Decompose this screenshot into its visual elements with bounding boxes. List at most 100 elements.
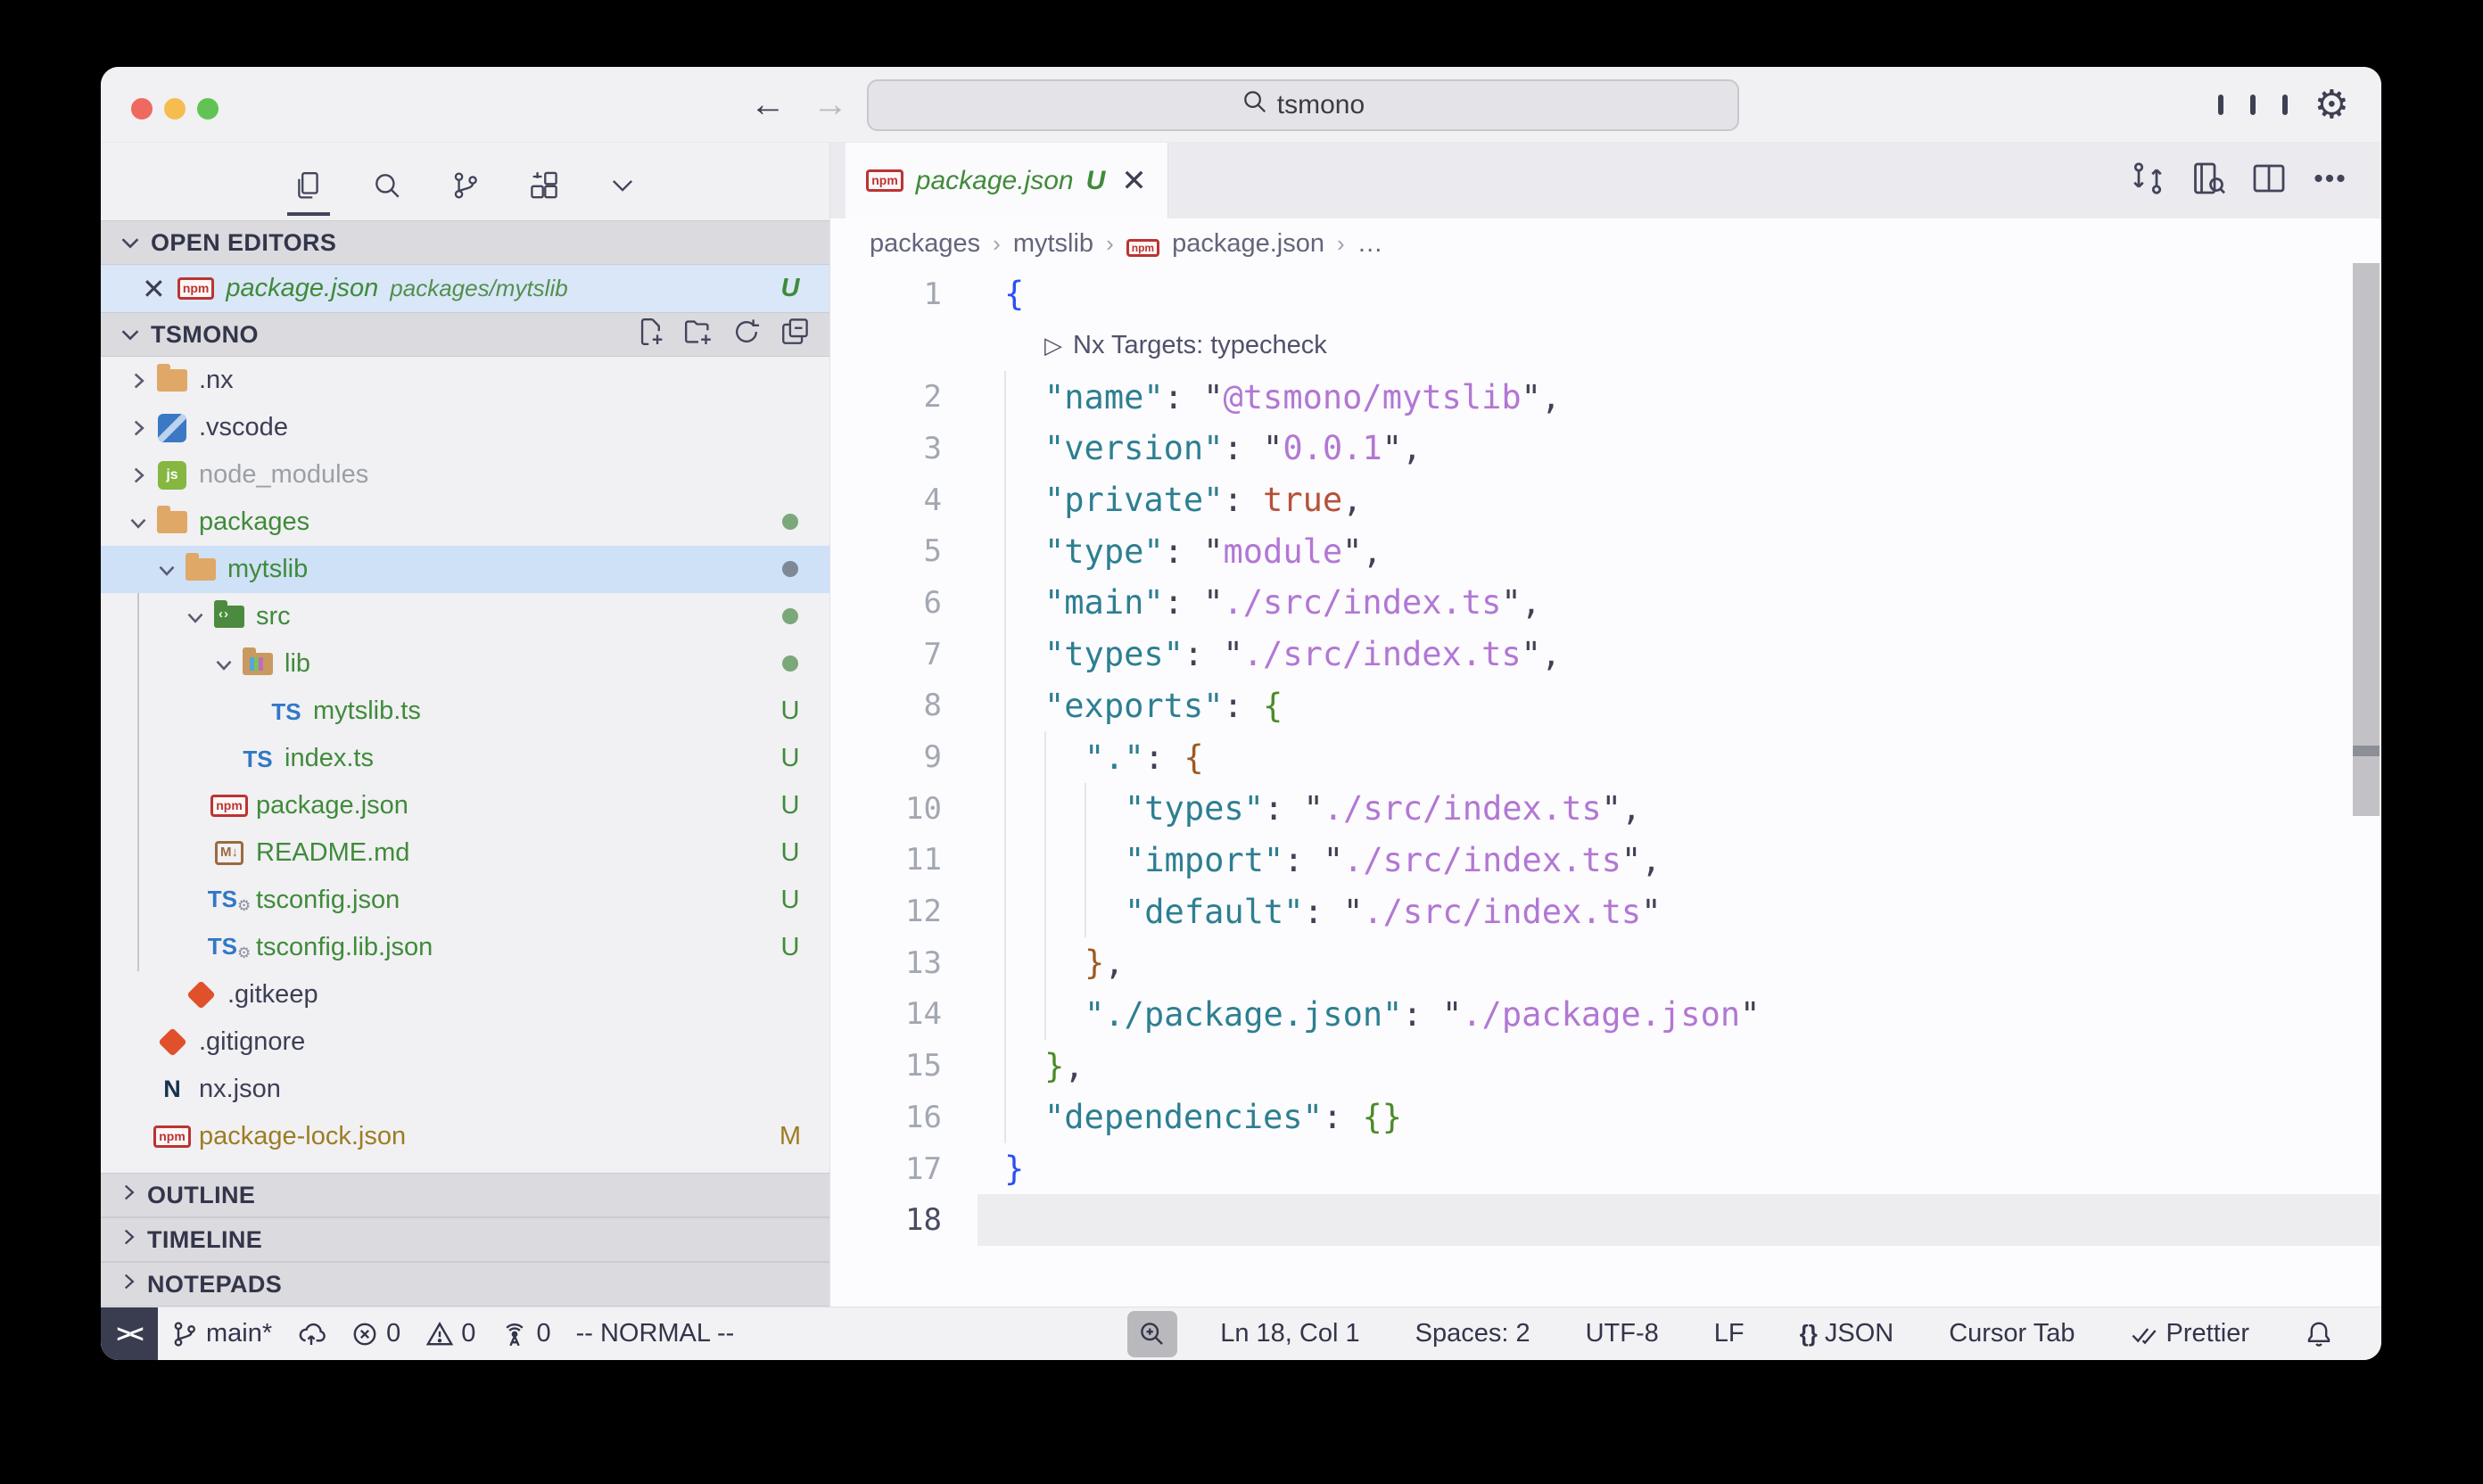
section-outline[interactable]: OUTLINE xyxy=(101,1173,829,1217)
code-line-2[interactable]: 2"name": "@tsmono/mytslib", xyxy=(830,371,2381,423)
chevron-right-icon[interactable] xyxy=(122,416,154,440)
editor-scrollbar[interactable] xyxy=(2353,263,2380,816)
code-line-4[interactable]: 4"private": true, xyxy=(830,474,2381,526)
code-line-9[interactable]: 9".": { xyxy=(830,731,2381,783)
explorer-files-icon[interactable] xyxy=(285,162,332,209)
statusbar-eol[interactable]: LF xyxy=(1702,1307,1757,1360)
layout-sidebar-left-icon[interactable] xyxy=(2218,97,2223,113)
code-line-11[interactable]: 11"import": "./src/index.ts", xyxy=(830,835,2381,886)
layout-sidebar-right-icon[interactable] xyxy=(2282,97,2288,113)
code-line-8[interactable]: 8"exports": { xyxy=(830,680,2381,732)
statusbar-vim-mode[interactable]: -- NORMAL -- xyxy=(564,1307,747,1360)
extensions-icon[interactable] xyxy=(521,162,567,209)
breadcrumb-item[interactable]: … xyxy=(1357,229,1383,259)
tree-item-packages[interactable]: packages xyxy=(101,499,829,546)
breadcrumb-item[interactable]: mytslib xyxy=(1013,229,1093,259)
git-status-badge: U xyxy=(774,886,806,915)
breadcrumb-item[interactable]: packages xyxy=(870,229,980,259)
minimize-window-button[interactable] xyxy=(164,98,186,120)
tree-item-tsconfig-lib-json[interactable]: TS⚙tsconfig.lib.jsonU xyxy=(101,924,829,971)
code-line-7[interactable]: 7"types": "./src/index.ts", xyxy=(830,629,2381,680)
tree-item-src[interactable]: src xyxy=(101,593,829,640)
more-actions-icon[interactable] xyxy=(2312,161,2347,201)
statusbar-indentation[interactable]: Spaces: 2 xyxy=(1403,1307,1543,1360)
tree-item-node-modules[interactable]: jsnode_modules xyxy=(101,451,829,499)
statusbar-errors[interactable]: 0 xyxy=(338,1307,413,1360)
chevron-down-icon[interactable] xyxy=(599,162,646,209)
chevron-down-icon[interactable] xyxy=(179,606,211,629)
tree-item-index-ts[interactable]: TSindex.tsU xyxy=(101,735,829,782)
open-editor-item[interactable]: ✕ npm package.json packages/mytslib U xyxy=(101,265,829,312)
statusbar-sync[interactable] xyxy=(285,1307,338,1360)
codelens-nx-targets[interactable]: ▷Nx Targets: typecheck xyxy=(830,320,2381,372)
code-line-10[interactable]: 10"types": "./src/index.ts", xyxy=(830,783,2381,835)
tree-item--vscode[interactable]: .vscode xyxy=(101,404,829,451)
tree-item--gitkeep[interactable]: .gitkeep xyxy=(101,971,829,1018)
new-file-icon[interactable] xyxy=(635,317,665,353)
command-center-search[interactable]: tsmono xyxy=(867,79,1739,131)
maximize-window-button[interactable] xyxy=(197,98,219,120)
forward-icon[interactable]: → xyxy=(813,85,848,125)
chevron-right-icon[interactable] xyxy=(122,464,154,487)
code-line-1[interactable]: 1{ xyxy=(830,268,2381,320)
statusbar-language-mode[interactable]: {}JSON xyxy=(1787,1307,1907,1360)
tree-item--gitignore[interactable]: .gitignore xyxy=(101,1018,829,1066)
split-editor-icon[interactable] xyxy=(2251,161,2287,201)
statusbar-notifications[interactable] xyxy=(2292,1307,2346,1360)
code-line-15[interactable]: 15}, xyxy=(830,1040,2381,1092)
back-icon[interactable]: ← xyxy=(750,85,786,125)
code-line-12[interactable]: 12"default": "./src/index.ts" xyxy=(830,886,2381,937)
statusbar-encoding[interactable]: UTF-8 xyxy=(1573,1307,1671,1360)
code-line-5[interactable]: 5"type": "module", xyxy=(830,525,2381,577)
tree-item-package-json[interactable]: npmpackage.jsonU xyxy=(101,782,829,829)
tree-item-mytslib-ts[interactable]: TSmytslib.tsU xyxy=(101,688,829,735)
compare-changes-icon[interactable] xyxy=(2130,161,2165,201)
tree-item--nx[interactable]: .nx xyxy=(101,357,829,404)
new-folder-icon[interactable] xyxy=(683,317,714,353)
code-line-13[interactable]: 13}, xyxy=(830,937,2381,989)
collapse-all-icon[interactable] xyxy=(780,317,810,353)
layout-panel-bottom-icon[interactable] xyxy=(2250,97,2256,113)
refresh-icon[interactable] xyxy=(731,317,762,353)
code-line-14[interactable]: 14"./package.json": "./package.json" xyxy=(830,989,2381,1041)
tree-item-lib[interactable]: lib xyxy=(101,640,829,688)
tree-item-readme-md[interactable]: M↓README.mdU xyxy=(101,829,829,877)
breadcrumb-item[interactable]: package.json xyxy=(1172,229,1324,259)
statusbar-formatter[interactable]: Prettier xyxy=(2118,1307,2262,1360)
explorer-header[interactable]: TSMONO xyxy=(101,312,829,357)
statusbar-cursor-tab[interactable]: Cursor Tab xyxy=(1936,1307,2087,1360)
tree-item-nx-json[interactable]: Nnx.json xyxy=(101,1066,829,1113)
statusbar-warnings[interactable]: 0 xyxy=(413,1307,488,1360)
run-icon[interactable]: ▷ xyxy=(1044,333,1062,359)
statusbar-git-branch[interactable]: main* xyxy=(158,1307,285,1360)
statusbar-cursor-position[interactable]: Ln 18, Col 1 xyxy=(1208,1307,1372,1360)
code-line-3[interactable]: 3"version": "0.0.1", xyxy=(830,423,2381,474)
tree-item-mytslib[interactable]: mytslib xyxy=(101,546,829,593)
close-icon[interactable]: ✕ xyxy=(142,272,166,306)
close-icon[interactable]: ✕ xyxy=(1121,163,1147,199)
chevron-right-icon[interactable] xyxy=(122,369,154,392)
open-preview-icon[interactable] xyxy=(2190,161,2226,201)
chevron-down-icon[interactable] xyxy=(151,558,183,581)
settings-gear-icon[interactable]: ⚙ xyxy=(2314,86,2349,125)
close-window-button[interactable] xyxy=(131,98,153,120)
token: : xyxy=(1303,893,1343,931)
source-control-icon[interactable] xyxy=(442,162,489,209)
code-editor[interactable]: 1{▷Nx Targets: typecheck2"name": "@tsmon… xyxy=(830,268,2381,1307)
section-notepads[interactable]: NOTEPADS xyxy=(101,1262,829,1307)
code-line-6[interactable]: 6"main": "./src/index.ts", xyxy=(830,577,2381,629)
tree-item-tsconfig-json[interactable]: TS⚙tsconfig.jsonU xyxy=(101,877,829,924)
section-timeline[interactable]: TIMELINE xyxy=(101,1217,829,1262)
code-line-18[interactable]: 18 xyxy=(830,1194,2381,1246)
tab-package-json[interactable]: npm package.json U ✕ xyxy=(846,143,1168,218)
statusbar-ports[interactable]: 0 xyxy=(488,1307,563,1360)
chevron-down-icon[interactable] xyxy=(208,653,240,676)
chevron-down-icon[interactable] xyxy=(122,511,154,534)
code-line-16[interactable]: 16"dependencies": {} xyxy=(830,1092,2381,1143)
tree-item-package-lock-json[interactable]: npmpackage-lock.jsonM xyxy=(101,1113,829,1160)
open-editors-header[interactable]: OPEN EDITORS xyxy=(101,220,829,265)
statusbar-screen-zoom[interactable] xyxy=(1127,1311,1177,1357)
search-icon[interactable] xyxy=(364,162,410,209)
code-line-17[interactable]: 17} xyxy=(830,1143,2381,1195)
statusbar-remote-indicator[interactable]: >< xyxy=(101,1307,158,1360)
